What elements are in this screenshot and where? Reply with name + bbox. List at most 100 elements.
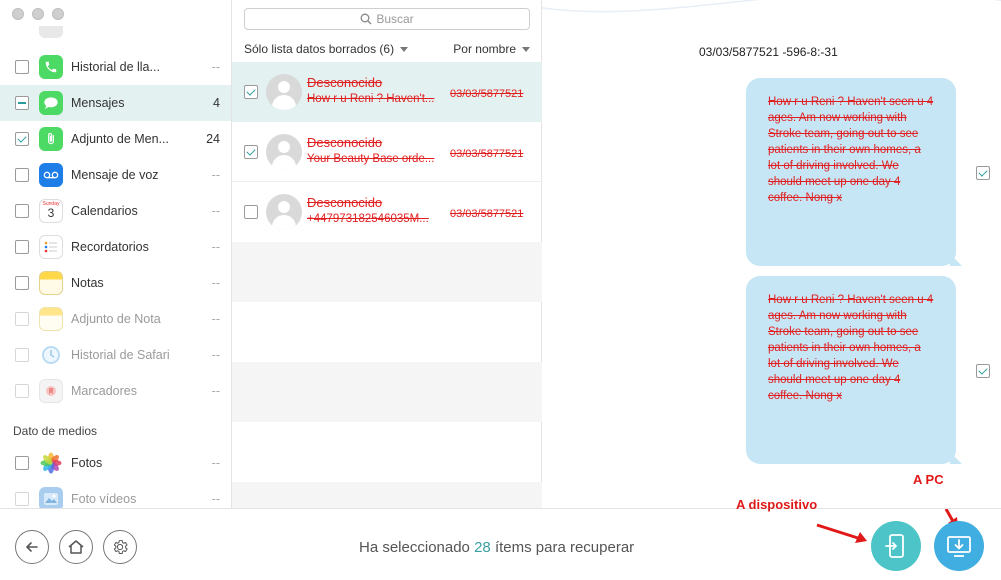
message-text: How r u Reni ? Haven't seen u 4 ages. Am…	[768, 96, 934, 204]
minimize-window-button[interactable]	[32, 8, 44, 20]
checkbox[interactable]	[15, 384, 29, 398]
bottom-toolbar: Ha seleccionado 28 ítems para recuperar	[0, 508, 1001, 580]
to-pc-button[interactable]	[934, 521, 984, 571]
checkbox[interactable]	[15, 348, 29, 362]
message-text: How r u Reni ? Haven't seen u 4 ages. Am…	[768, 294, 934, 402]
attachment-icon	[39, 127, 63, 151]
sidebar-item-bookmarks[interactable]: Marcadores --	[0, 373, 231, 409]
header-swoosh-decoration	[542, 0, 1001, 13]
checkbox[interactable]	[15, 240, 29, 254]
message-preview: +447973182546035M...	[307, 213, 429, 225]
sidebar-item-photo-videos[interactable]: Foto vídeos --	[0, 481, 231, 508]
message-row[interactable]: Desconocido +447973182546035M... 03/03/5…	[232, 182, 542, 242]
sidebar-item-label: Adjunto de Nota	[71, 312, 161, 326]
status-suffix: ítems para recuperar	[494, 539, 635, 556]
deleted-only-filter[interactable]: Sólo lista datos borrados (6)	[244, 42, 409, 56]
checkbox[interactable]	[15, 276, 29, 290]
sidebar-item-count: 24	[206, 132, 220, 146]
window-controls	[12, 8, 64, 20]
annotation-arrow-device	[816, 523, 867, 543]
bubble-checkbox[interactable]	[976, 364, 990, 378]
notes-icon	[39, 271, 63, 295]
close-window-button[interactable]	[12, 8, 24, 20]
back-button[interactable]	[15, 530, 49, 564]
sidebar-item-voicemail[interactable]: Mensaje de voz --	[0, 157, 231, 193]
sidebar-item-label: Fotos	[71, 456, 103, 470]
checkbox[interactable]	[15, 312, 29, 326]
checkbox[interactable]	[15, 492, 29, 506]
to-device-icon	[885, 534, 904, 558]
checkbox[interactable]	[244, 205, 258, 219]
sort-label: Por nombre	[453, 42, 516, 56]
annotation-to-device-label: A dispositivo	[736, 497, 818, 512]
calendar-icon: Sunday 3	[39, 199, 63, 223]
empty-row	[232, 422, 542, 482]
message-row[interactable]: Desconocido Your Beauty Base orde... 03/…	[232, 122, 542, 182]
search-icon	[360, 13, 372, 25]
message-date: 03/03/5877521	[450, 88, 524, 100]
checkbox[interactable]	[244, 85, 258, 99]
checkbox[interactable]	[15, 60, 29, 74]
photos-icon	[39, 451, 63, 475]
checkbox[interactable]	[15, 96, 29, 110]
sidebar-item-call-history[interactable]: Historial de lla... --	[0, 49, 231, 85]
sidebar-item-count: --	[211, 60, 220, 74]
home-button[interactable]	[59, 530, 93, 564]
sidebar-item-messages[interactable]: Mensajes 4	[0, 85, 231, 121]
phone-icon	[39, 55, 63, 79]
sidebar-item-photos[interactable]: Fotos --	[0, 445, 231, 481]
checkbox[interactable]	[15, 132, 29, 146]
search-placeholder: Buscar	[376, 12, 414, 26]
sidebar-item-count: --	[211, 240, 220, 254]
sidebar-item-label: Mensajes	[71, 96, 125, 110]
sidebar-item-label: Adjunto de Men...	[71, 132, 169, 146]
contact-name: Desconocido	[307, 195, 383, 210]
zoom-window-button[interactable]	[52, 8, 64, 20]
bubble-checkbox[interactable]	[976, 166, 990, 180]
checkbox[interactable]	[244, 145, 258, 159]
back-arrow-icon	[26, 542, 38, 552]
home-icon	[68, 540, 84, 554]
sidebar-item-count: 4	[213, 96, 220, 110]
conversation-date: 03/03/5877521 -596-8:-31	[699, 45, 838, 59]
sidebar-item-note-attachments[interactable]: Adjunto de Nota --	[0, 301, 231, 337]
sidebar-item-label: Calendarios	[71, 204, 138, 218]
status-prefix: Ha seleccionado	[359, 539, 470, 556]
sort-dropdown[interactable]: Por nombre	[453, 42, 530, 56]
sidebar-item-notes[interactable]: Notas --	[0, 265, 231, 301]
selection-status: Ha seleccionado 28 ítems para recuperar	[359, 539, 634, 556]
sidebar-item-count: --	[211, 348, 220, 362]
message-detail-panel: 03/03/5877521 -596-8:-31 How r u Reni ? …	[542, 0, 1001, 508]
sidebar-item-calendars[interactable]: Sunday 3 Calendarios --	[0, 193, 231, 229]
sidebar-item-count: --	[211, 168, 220, 182]
empty-row	[232, 482, 542, 508]
checkbox[interactable]	[15, 456, 29, 470]
message-date: 03/03/5877521	[450, 148, 524, 160]
sidebar-item-safari-history[interactable]: Historial de Safari --	[0, 337, 231, 373]
message-preview: Your Beauty Base orde...	[307, 153, 435, 165]
checkbox[interactable]	[15, 204, 29, 218]
voicemail-icon	[39, 163, 63, 187]
sidebar-item-label: Notas	[71, 276, 104, 290]
messages-icon	[39, 91, 63, 115]
avatar	[266, 74, 302, 110]
sidebar-item-message-attachments[interactable]: Adjunto de Men... 24	[0, 121, 231, 157]
safari-history-icon	[39, 343, 63, 367]
sidebar-item-reminders[interactable]: Recordatorios --	[0, 229, 231, 265]
message-bubble: How r u Reni ? Haven't seen u 4 ages. Am…	[746, 78, 956, 266]
chevron-down-icon	[400, 47, 409, 53]
checkbox[interactable]	[15, 168, 29, 182]
to-device-button[interactable]	[871, 521, 921, 571]
scrolled-item-icon	[39, 26, 63, 38]
to-pc-icon	[947, 536, 971, 557]
deleted-only-filter-label: Sólo lista datos borrados (6)	[244, 42, 395, 56]
message-row[interactable]: Desconocido How r u Reni ? Haven't... 03…	[232, 62, 542, 122]
category-sidebar: Historial de lla... -- Mensajes 4 Adjunt…	[0, 0, 232, 508]
search-input[interactable]: Buscar	[244, 8, 530, 30]
settings-button[interactable]	[103, 530, 137, 564]
empty-row	[232, 302, 542, 362]
chevron-down-icon	[522, 47, 530, 53]
sidebar-item-count: --	[211, 384, 220, 398]
empty-row	[232, 242, 542, 302]
bookmarks-icon	[39, 379, 63, 403]
